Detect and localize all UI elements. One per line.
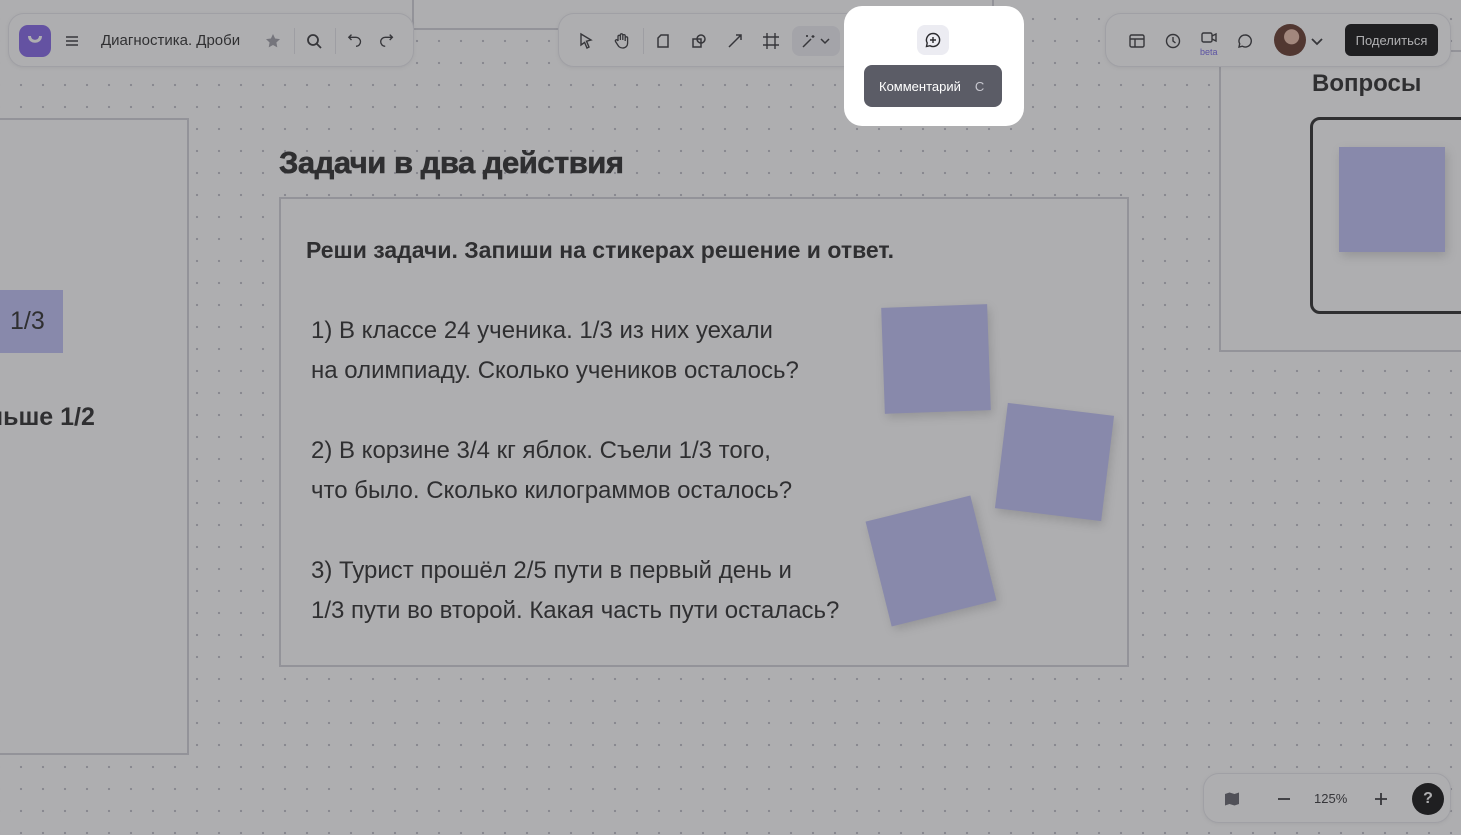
comment-tool-icon[interactable] [917,25,949,55]
tooltip-shortcut: C [974,78,985,94]
tooltip-label: Комментарий [879,78,961,94]
comment-tooltip: Комментарий C [864,65,1002,107]
onboarding-overlay [0,0,1461,835]
